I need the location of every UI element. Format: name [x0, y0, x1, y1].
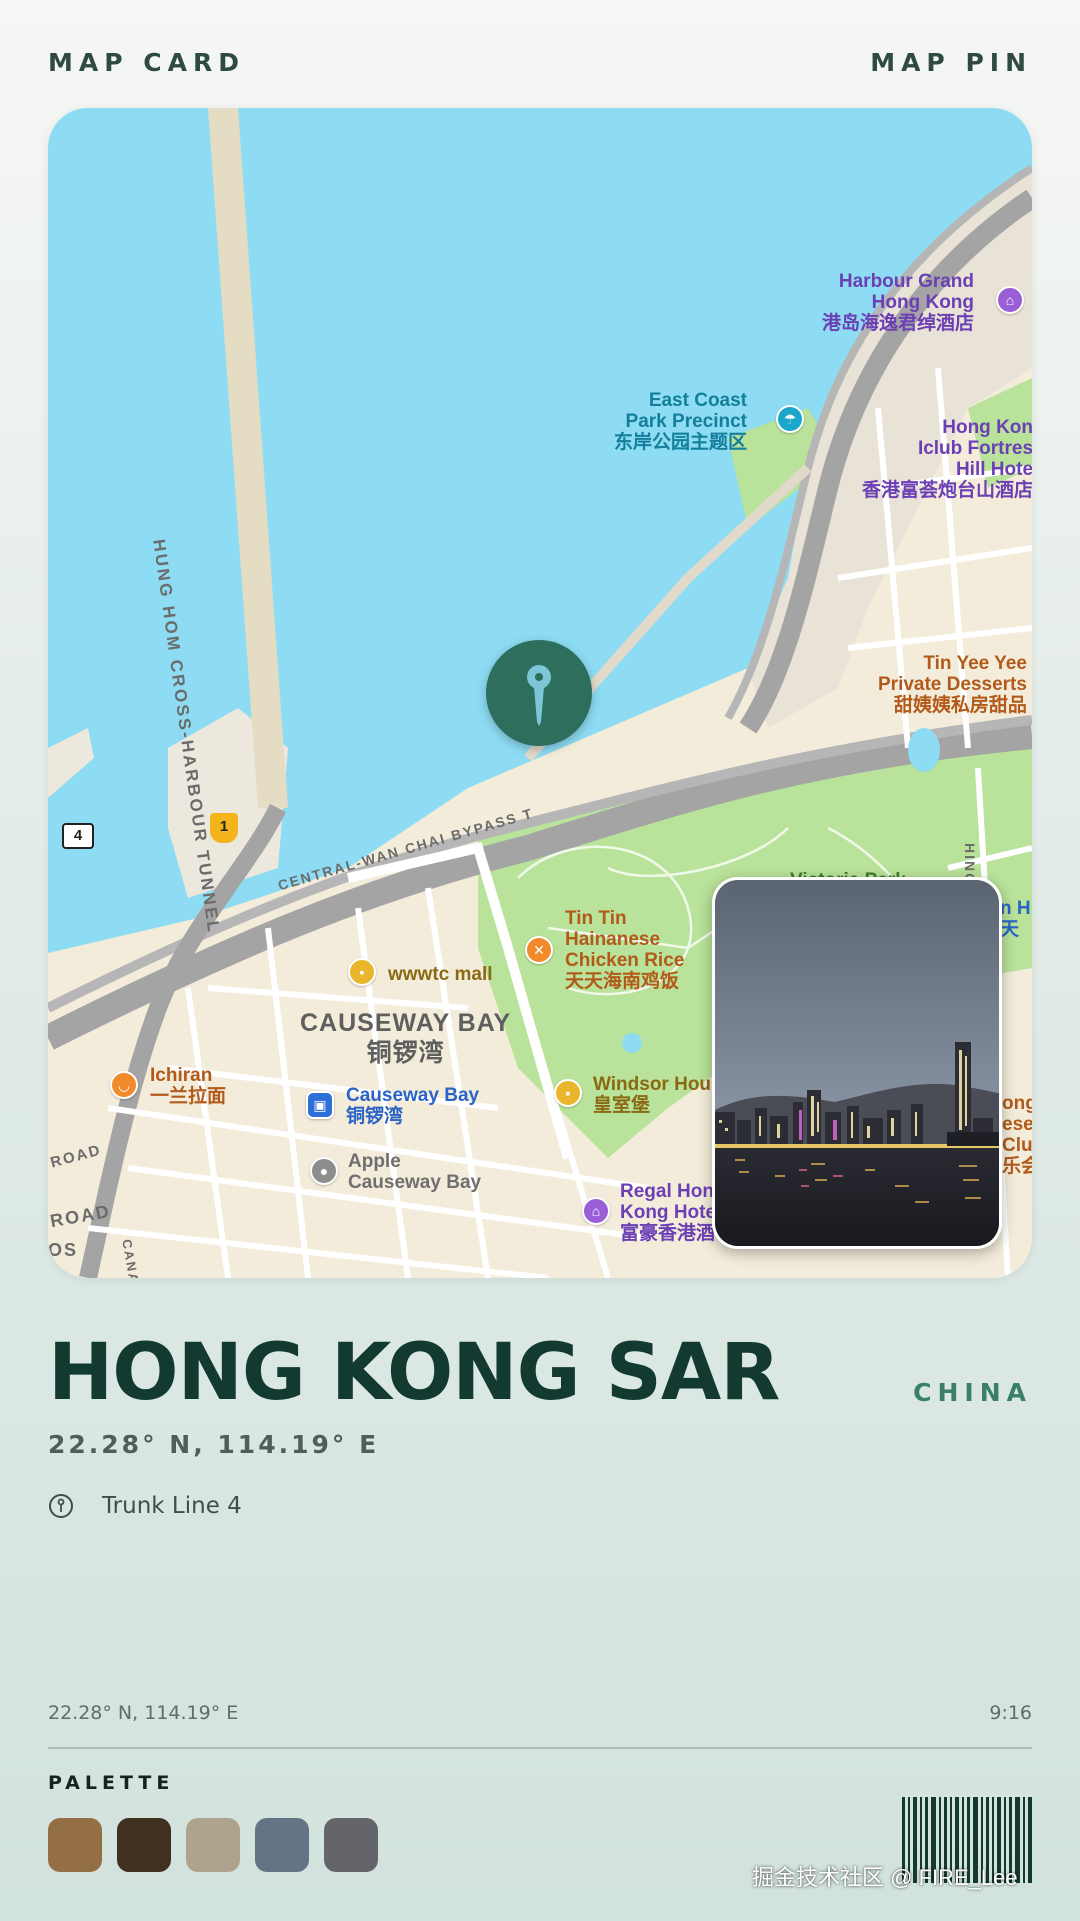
apple-store-icon[interactable]: ● — [310, 1157, 338, 1185]
palette-swatch[interactable] — [255, 1818, 309, 1872]
poi-east-coast-label[interactable]: East Coast Park Precinct 东岸公园主题区 — [614, 390, 747, 453]
metro-station-icon[interactable]: ▣ — [306, 1091, 334, 1119]
map-pin-icon — [527, 665, 551, 726]
palette-title: PALETTE — [48, 1772, 175, 1794]
city-title: HONG KONG SAR — [48, 1328, 780, 1418]
footer-divider — [48, 1747, 1032, 1749]
country-label: CHINA — [913, 1378, 1032, 1407]
poi-tin-tin-label[interactable]: Tin Tin Hainanese Chicken Rice 天天海南鸡饭 — [565, 908, 684, 992]
poi-tin-yee-label[interactable]: Tin Yee Yee Private Desserts 甜姨姨私房甜品 — [878, 653, 1027, 716]
hotel-icon[interactable]: ⌂ — [996, 286, 1024, 314]
poi-regal-label[interactable]: Regal Hon Kong Hote 富豪香港酒 — [620, 1181, 716, 1244]
poi-tin-hau-label[interactable]: n H 天 — [1000, 898, 1031, 940]
district-label: CAUSEWAY BAY 铜锣湾 — [300, 1009, 512, 1067]
palette-swatch[interactable] — [48, 1818, 102, 1872]
trunk-line-row: Trunk Line 4 — [48, 1493, 242, 1519]
route-1-shield: 1 — [210, 813, 238, 843]
map-pin-marker[interactable] — [486, 640, 592, 746]
shopping-bag-icon[interactable]: ▪ — [348, 958, 376, 986]
location-photo[interactable] — [712, 877, 1002, 1249]
poi-wwwtc-label[interactable]: wwwtc mall — [388, 964, 493, 985]
card-subtype-label: MAP PIN — [870, 48, 1032, 77]
footer-coordinates: 22.28° N, 114.19° E — [48, 1702, 239, 1724]
poi-windsor-label[interactable]: Windsor Hou 皇室堡 — [593, 1074, 711, 1116]
trunk-line-text: Trunk Line 4 — [102, 1493, 242, 1519]
beach-umbrella-icon[interactable]: ☂ — [776, 405, 804, 433]
poi-right-edge-label[interactable]: ong ese Club 乐会 — [1002, 1093, 1032, 1177]
palette-swatch[interactable] — [186, 1818, 240, 1872]
palette-swatches — [48, 1818, 378, 1872]
restaurant-icon[interactable]: ✕ — [525, 936, 553, 964]
harbour-skyline-photo — [715, 880, 999, 1246]
map-view[interactable]: HUNG HOM CROSS-HARBOUR TUNNEL CENTRAL-WA… — [48, 108, 1032, 1278]
card-type-label: MAP CARD — [48, 48, 245, 77]
poi-apple-label[interactable]: Apple Causeway Bay — [348, 1151, 481, 1193]
footer-time: 9:16 — [989, 1702, 1032, 1724]
poi-ichiran-label[interactable]: Ichiran 一兰拉面 — [150, 1065, 226, 1107]
poi-harbour-grand-label[interactable]: Harbour Grand Hong Kong 港岛海逸君绰酒店 — [822, 271, 974, 334]
shopping-bag-icon[interactable]: ▪ — [554, 1079, 582, 1107]
route-4-shield: 4 — [62, 823, 94, 849]
ramen-bowl-icon[interactable]: ◡ — [110, 1071, 138, 1099]
trunk-line-icon — [49, 1494, 73, 1518]
coordinates-label: 22.28° N, 114.19° E — [48, 1430, 380, 1459]
palette-swatch[interactable] — [324, 1818, 378, 1872]
hotel-icon[interactable]: ⌂ — [582, 1197, 610, 1225]
watermark: 掘金技术社区 @ FIRE_Lee — [752, 1865, 1018, 1890]
palette-swatch[interactable] — [117, 1818, 171, 1872]
road-label: OS — [48, 1240, 79, 1260]
poi-iclub-label[interactable]: Hong Kon Iclub Fortres Hill Hote 香港富荟炮台山… — [862, 417, 1032, 501]
poi-causeway-station-label[interactable]: Causeway Bay 铜锣湾 — [346, 1085, 479, 1127]
